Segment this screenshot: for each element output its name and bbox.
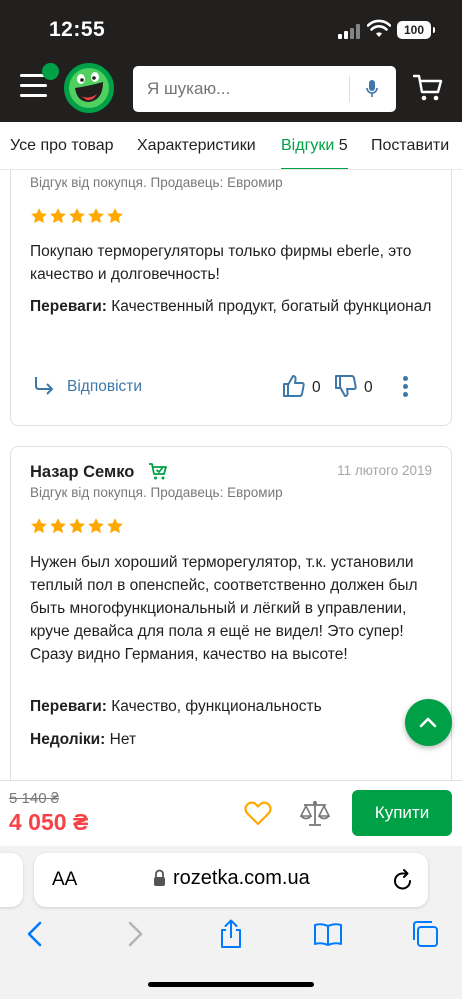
review-cons: Недоліки: Нет (30, 728, 435, 751)
pros-text: Качественный продукт, богатый функционал (111, 298, 432, 315)
more-options-icon[interactable] (403, 376, 409, 398)
tab-reviews-label: Відгуки (281, 137, 335, 154)
active-tab-indicator (281, 168, 348, 169)
lock-icon (154, 869, 165, 886)
tab-ask[interactable]: Поставити (371, 122, 449, 169)
cons-text: Нет (109, 731, 137, 748)
url-text: rozetka.com.ua (173, 867, 310, 889)
star-icon (107, 518, 123, 534)
star-icon (69, 518, 85, 534)
cart-icon[interactable] (413, 74, 443, 102)
pros-label: Переваги: (30, 298, 107, 315)
address-bar[interactable]: AA rozetka.com.ua (34, 853, 428, 907)
review-date: 11 лютого 2019 (337, 463, 432, 478)
battery-indicator: 100 (397, 21, 435, 39)
star-icon (31, 518, 47, 534)
search-box[interactable] (133, 66, 396, 112)
forward-icon[interactable] (119, 919, 149, 949)
home-indicator (148, 982, 314, 987)
star-icon (50, 208, 66, 224)
old-price: 5 140 ₴ (9, 790, 60, 807)
star-icon (69, 208, 85, 224)
microphone-icon[interactable] (365, 79, 379, 99)
review-pros: Переваги: Качество, функциональность (30, 695, 435, 718)
buyer-note: Відгук від покупця. Продавець: Евромир (30, 485, 283, 500)
tab-reviews[interactable]: Відгуки 5 (281, 122, 348, 169)
review-text: Нужен был хороший терморегулятор, т.к. у… (30, 554, 418, 663)
buy-button[interactable]: Купити (352, 790, 452, 836)
back-icon[interactable] (21, 919, 51, 949)
review-text: Покупаю терморегуляторы только фирмы ebe… (30, 243, 412, 283)
review-pros: Переваги: Качественный продукт, богатый … (30, 295, 435, 318)
rating-stars (30, 207, 125, 227)
tabs-icon[interactable] (410, 919, 440, 949)
reload-icon[interactable] (392, 868, 414, 892)
like-count: 0 (312, 379, 321, 396)
thumbs-down-icon (335, 375, 357, 397)
reply-label: Відповісти (67, 378, 143, 395)
tab-all-about[interactable]: Усе про товар (10, 122, 114, 169)
share-icon[interactable] (216, 919, 246, 949)
buy-bar: 5 140 ₴ 4 050 ₴ Купити (0, 780, 462, 846)
star-icon (50, 518, 66, 534)
compare-scales-icon[interactable] (299, 798, 331, 828)
verified-buyer-icon (149, 463, 167, 480)
browser-toolbar: AA rozetka.com.ua (0, 846, 462, 999)
search-input[interactable] (147, 66, 347, 112)
rozetka-logo[interactable] (63, 62, 115, 114)
app-header: 12:55 100 (0, 0, 462, 122)
chevron-up-icon (419, 717, 437, 728)
thumbs-up-icon (283, 375, 305, 397)
pros-label: Переваги: (30, 698, 107, 715)
review-card: Назар Семко 11 лютого 2019 Відгук від по… (10, 446, 452, 806)
status-time: 12:55 (49, 18, 106, 41)
menu-button[interactable] (20, 74, 48, 102)
rating-stars (30, 517, 125, 537)
notification-dot (42, 63, 59, 80)
tab-characteristics[interactable]: Характеристики (137, 122, 256, 169)
dislike-count: 0 (364, 379, 373, 396)
cons-label: Недоліки: (30, 731, 106, 748)
search-divider (349, 76, 350, 102)
star-icon (88, 518, 104, 534)
tab-reviews-count: 5 (338, 137, 348, 154)
reply-arrow-icon (35, 377, 53, 395)
buyer-note: Відгук від покупця. Продавець: Евромир (30, 175, 283, 190)
review-card: Відгук від покупця. Продавець: Евромир П… (10, 152, 452, 426)
star-icon (88, 208, 104, 224)
previous-tab-preview[interactable] (0, 853, 23, 907)
cellular-signal-icon (338, 23, 362, 39)
bookmarks-icon[interactable] (313, 919, 343, 949)
heart-icon[interactable] (244, 800, 272, 826)
text-size-button[interactable]: AA (52, 869, 77, 891)
product-tabs: Усе про товар Характеристики Відгуки 5 П… (0, 122, 462, 170)
wifi-icon (367, 19, 391, 37)
scroll-to-top-button[interactable] (405, 699, 452, 746)
pros-text: Качество, функциональность (111, 698, 322, 715)
current-price: 4 050 ₴ (9, 809, 89, 835)
star-icon (107, 208, 123, 224)
star-icon (31, 208, 47, 224)
review-author: Назар Семко (30, 463, 135, 481)
